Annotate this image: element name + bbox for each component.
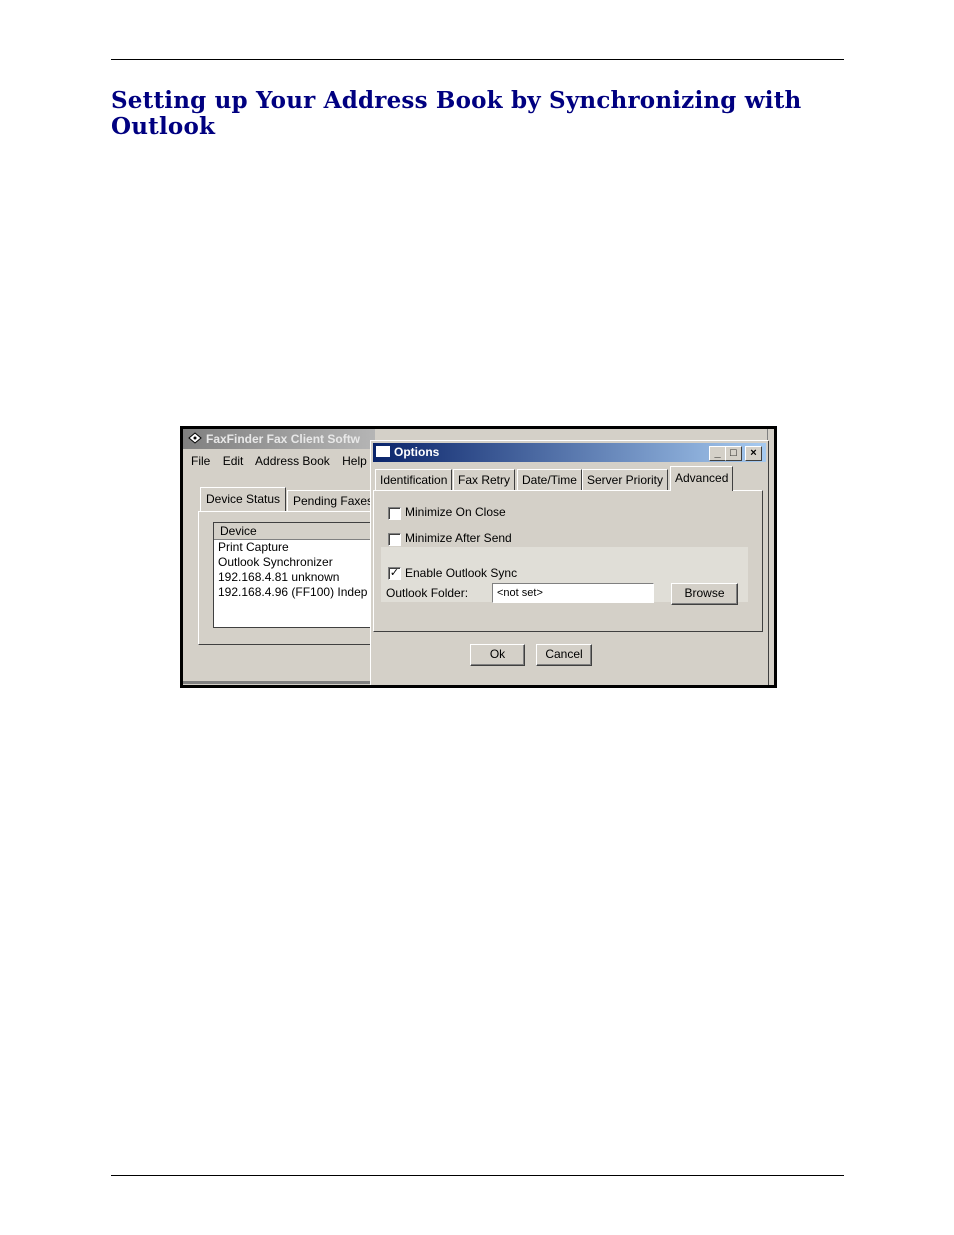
tab-pending-faxes[interactable]: Pending Faxes — [287, 490, 380, 511]
browse-button[interactable]: Browse — [671, 583, 738, 605]
enable-outlook-sync-label: Enable Outlook Sync — [405, 566, 518, 580]
menu-help[interactable]: Help — [342, 454, 367, 468]
menu-address-book[interactable]: Address Book — [255, 454, 330, 468]
menu-bar: File Edit Address Book Help — [191, 454, 376, 468]
tab-advanced[interactable]: Advanced — [670, 466, 734, 491]
advanced-panel: Minimize On Close Minimize After Send ✓ … — [373, 490, 763, 632]
cancel-button[interactable]: Cancel — [536, 644, 592, 666]
main-window-title: FaxFinder Fax Client Softw — [206, 432, 361, 446]
minimize-button[interactable]: _ — [709, 446, 726, 461]
list-item[interactable]: 192.168.4.81 unknown — [214, 570, 383, 585]
main-window-right-edge — [767, 429, 774, 685]
list-item[interactable]: Outlook Synchronizer — [214, 555, 383, 570]
tab-server-priority[interactable]: Server Priority — [582, 469, 669, 490]
main-window-bottom-edge — [183, 681, 373, 684]
minimize-after-send-checkbox[interactable] — [388, 533, 401, 546]
device-list[interactable]: Device Print Capture Outlook Synchronize… — [213, 522, 383, 628]
tab-fax-retry[interactable]: Fax Retry — [453, 469, 516, 490]
menu-edit[interactable]: Edit — [223, 454, 244, 468]
options-dialog: Options _ □ × Identification Fax Retry D… — [370, 440, 768, 685]
section-heading: Setting up Your Address Book by Synchron… — [111, 87, 802, 140]
window-icon — [376, 446, 390, 457]
main-window-titlebar[interactable]: FaxFinder Fax Client Softw — [183, 429, 375, 449]
list-item[interactable]: Print Capture — [214, 540, 383, 555]
options-title: Options — [394, 445, 440, 459]
top-rule — [111, 59, 844, 60]
minimize-after-send-label: Minimize After Send — [405, 531, 512, 545]
outlook-sync-group: ✓ Enable Outlook Sync Outlook Folder: <n… — [381, 547, 748, 605]
maximize-button[interactable]: □ — [725, 446, 742, 461]
options-titlebar[interactable]: Options _ □ × — [373, 443, 766, 462]
outlook-folder-label: Outlook Folder: — [386, 586, 469, 600]
tab-device-status[interactable]: Device Status — [200, 487, 287, 511]
tab-identification[interactable]: Identification — [375, 469, 453, 490]
bottom-rule — [111, 1175, 844, 1176]
options-screenshot: FaxFinder Fax Client Softw File Edit Add… — [180, 426, 777, 688]
close-button[interactable]: × — [745, 446, 762, 461]
fax-app-icon — [188, 432, 202, 444]
outlook-folder-field[interactable]: <not set> — [492, 583, 654, 603]
menu-file[interactable]: File — [191, 454, 210, 468]
tab-date-time[interactable]: Date/Time — [517, 469, 582, 490]
ok-button[interactable]: Ok — [470, 644, 525, 666]
device-column-header[interactable]: Device — [214, 523, 383, 540]
minimize-on-close-checkbox[interactable] — [388, 507, 401, 520]
list-item[interactable]: 192.168.4.96 (FF100) Indep — [214, 585, 383, 600]
screenshot-content: FaxFinder Fax Client Softw File Edit Add… — [183, 429, 774, 685]
enable-outlook-sync-checkbox[interactable]: ✓ — [388, 567, 401, 580]
minimize-on-close-label: Minimize On Close — [405, 505, 506, 519]
